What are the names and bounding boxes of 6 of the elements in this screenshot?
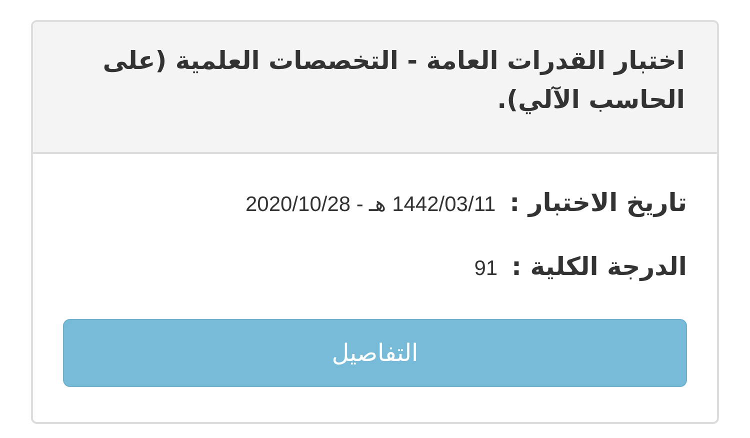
field-value: 1442/03/11 هـ - 2020/10/28 xyxy=(245,192,496,218)
field-label: الدرجة الكلية : xyxy=(512,250,687,284)
field-label: تاريخ الاختبار : xyxy=(510,187,687,220)
field-value: 91 xyxy=(474,256,498,282)
card-title: اختبار القدرات العامة - التخصصات العلمية (على الحاسب الآلي). xyxy=(102,45,685,116)
details-button[interactable]: التفاصيل xyxy=(63,319,687,387)
